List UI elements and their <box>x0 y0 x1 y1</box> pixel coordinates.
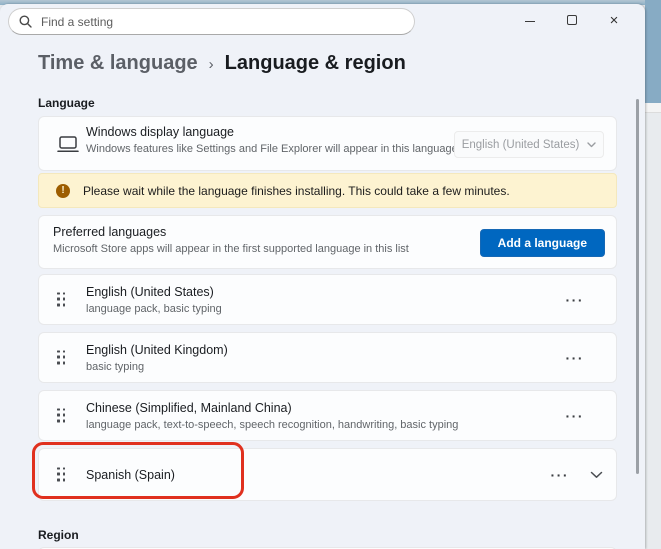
desktop-wallpaper <box>645 0 661 103</box>
drag-handle-icon[interactable] <box>57 292 66 307</box>
screen: Find a setting × Time & language › Langu… <box>0 0 661 549</box>
close-icon: × <box>610 13 619 28</box>
installing-notice-banner: ! Please wait while the language finishe… <box>38 173 617 208</box>
minimize-icon <box>525 21 535 22</box>
maximize-icon <box>567 15 577 25</box>
language-name: Spanish (Spain) <box>86 468 175 482</box>
breadcrumb: Time & language › Language & region <box>38 52 406 75</box>
vertical-scrollbar[interactable] <box>636 99 639 474</box>
search-placeholder: Find a setting <box>41 15 113 29</box>
page-title: Language & region <box>225 52 406 75</box>
more-options-icon[interactable]: ··· <box>566 350 585 366</box>
desktop-background-right <box>645 0 661 549</box>
preferred-languages-card: Preferred languages Microsoft Store apps… <box>38 215 617 269</box>
display-icon <box>57 136 79 153</box>
display-language-text: Windows display language Windows feature… <box>86 125 458 155</box>
background-window-edge <box>645 103 661 113</box>
section-header-region: Region <box>38 528 79 542</box>
language-row-english-us[interactable]: English (United States) language pack, b… <box>38 274 617 325</box>
more-options-icon[interactable]: ··· <box>551 467 570 483</box>
breadcrumb-separator-icon: › <box>209 54 214 73</box>
language-features: language pack, basic typing <box>86 303 222 315</box>
drag-handle-icon[interactable] <box>57 467 66 482</box>
display-language-subtitle: Windows features like Settings and File … <box>86 143 458 155</box>
drag-handle-icon[interactable] <box>57 408 66 423</box>
close-button[interactable]: × <box>593 5 635 35</box>
chevron-down-icon[interactable] <box>590 471 603 479</box>
warning-icon: ! <box>56 184 70 198</box>
add-a-language-button[interactable]: Add a language <box>480 229 605 257</box>
section-header-language: Language <box>38 96 95 110</box>
drag-handle-icon[interactable] <box>57 350 66 365</box>
minimize-button[interactable] <box>509 5 551 35</box>
language-name: English (United Kingdom) <box>86 343 228 357</box>
more-options-icon[interactable]: ··· <box>566 408 585 424</box>
maximize-button[interactable] <box>551 5 593 35</box>
more-options-icon[interactable]: ··· <box>566 292 585 308</box>
breadcrumb-parent[interactable]: Time & language <box>38 52 198 75</box>
preferred-languages-title: Preferred languages <box>53 225 409 239</box>
language-name: English (United States) <box>86 285 222 299</box>
language-features: basic typing <box>86 361 228 373</box>
display-language-selected: English (United States) <box>462 139 580 151</box>
display-language-dropdown[interactable]: English (United States) <box>454 131 604 158</box>
window-controls: × <box>509 4 635 36</box>
preferred-languages-text: Preferred languages Microsoft Store apps… <box>53 225 409 255</box>
search-icon <box>19 15 32 28</box>
language-row-english-uk[interactable]: English (United Kingdom) basic typing ··… <box>38 332 617 383</box>
language-row-chinese[interactable]: Chinese (Simplified, Mainland China) lan… <box>38 390 617 441</box>
installing-notice-text: Please wait while the language finishes … <box>83 184 510 198</box>
chevron-down-icon <box>587 142 596 148</box>
display-language-card: Windows display language Windows feature… <box>38 116 617 171</box>
preferred-languages-subtitle: Microsoft Store apps will appear in the … <box>53 243 409 255</box>
search-input[interactable]: Find a setting <box>8 8 415 35</box>
display-language-title: Windows display language <box>86 125 458 139</box>
settings-window: Find a setting × Time & language › Langu… <box>0 4 645 549</box>
language-features: language pack, text-to-speech, speech re… <box>86 419 458 431</box>
language-name: Chinese (Simplified, Mainland China) <box>86 401 458 415</box>
language-row-spanish[interactable]: Spanish (Spain) ··· <box>38 448 617 501</box>
